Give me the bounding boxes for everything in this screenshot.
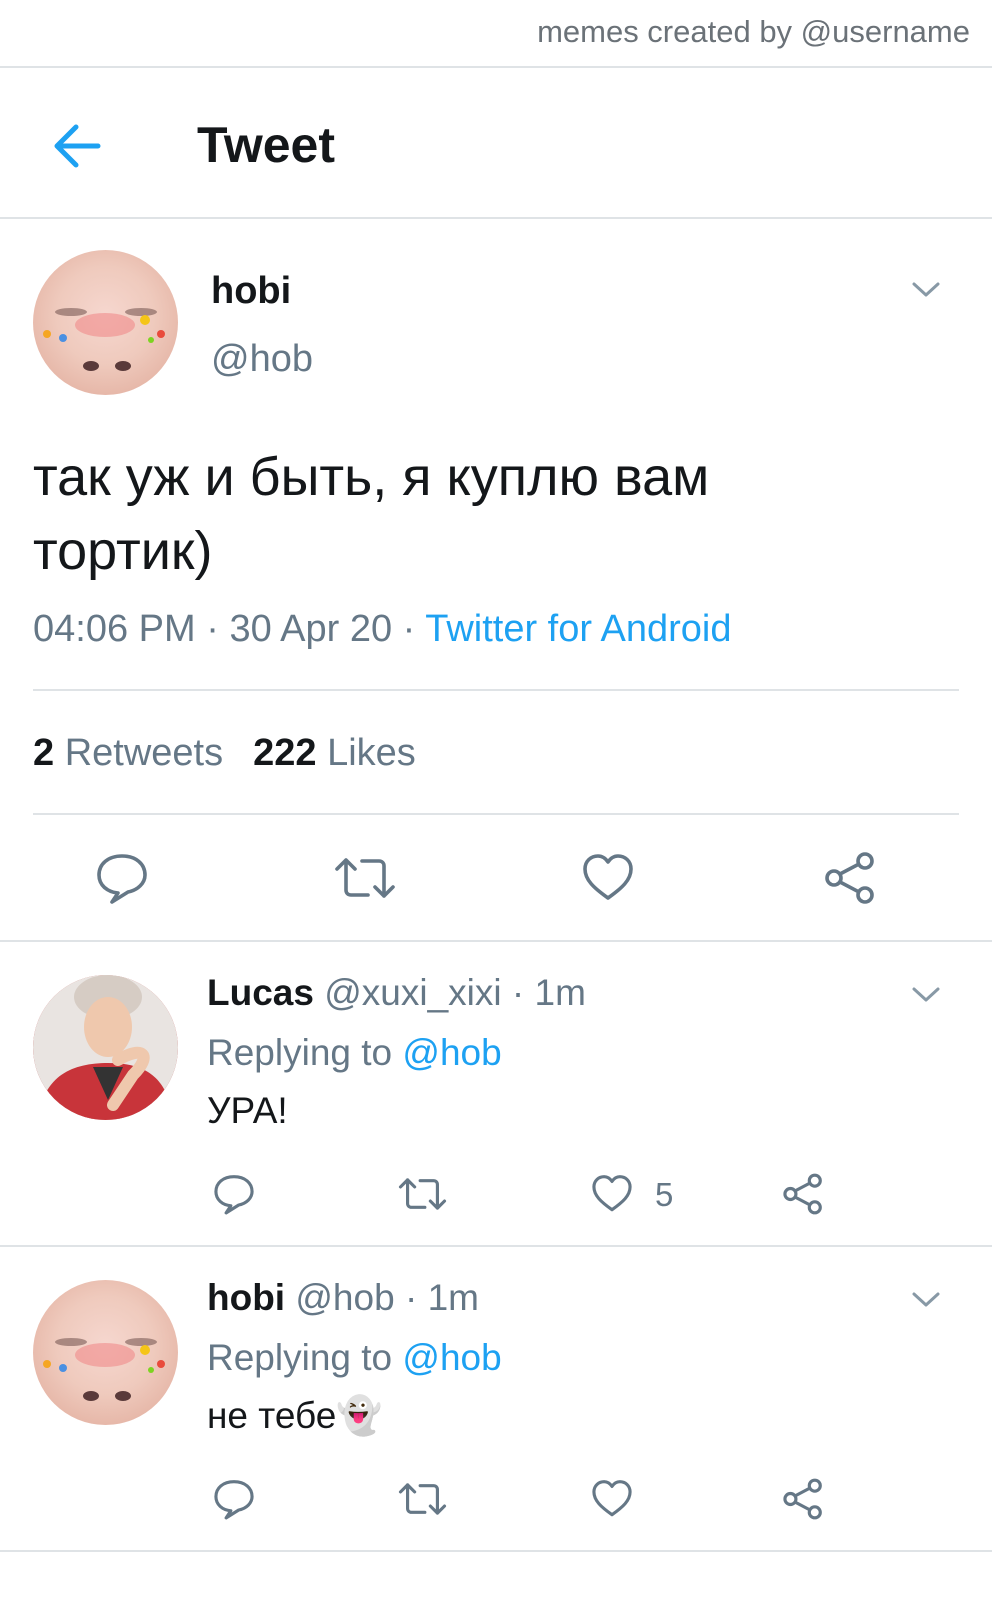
- avatar[interactable]: [33, 1280, 178, 1425]
- reply-time: 1m: [534, 972, 586, 1013]
- tweet-time: 04:06 PM: [33, 608, 196, 650]
- share-icon: [783, 1478, 822, 1520]
- reply-icon: [214, 1480, 254, 1520]
- avatar-image: [43, 308, 165, 371]
- back-arrow-icon: [54, 124, 101, 168]
- tweet-stats: 2 Retweets 222 Likes: [33, 732, 416, 775]
- tweet-menu-button[interactable]: [911, 280, 941, 300]
- reply-text: не тебе👻: [207, 1395, 383, 1436]
- heart-icon: [592, 1175, 632, 1212]
- reply-header: Lucas @xuxi_xixi · 1m: [207, 972, 586, 1013]
- divider: [0, 940, 992, 942]
- replying-to-mention[interactable]: @hob: [402, 1032, 501, 1073]
- retweet-button[interactable]: [398, 1172, 447, 1216]
- tweet-source-link[interactable]: Twitter for Android: [425, 608, 731, 650]
- share-button[interactable]: [781, 1477, 825, 1521]
- replying-to-label: Replying to: [207, 1032, 393, 1073]
- reply-menu-button[interactable]: [911, 985, 941, 1005]
- replying-to-label: Replying to: [207, 1337, 393, 1378]
- chevron-down-icon: [912, 1292, 940, 1307]
- like-button[interactable]: [590, 1477, 634, 1521]
- likes-count: 222: [253, 732, 317, 774]
- divider: [0, 1245, 992, 1247]
- tweet-meta: 04:06 PM · 30 Apr 20 · Twitter for Andro…: [33, 608, 732, 650]
- reply-author-name[interactable]: hobi: [207, 1277, 285, 1318]
- reply-button[interactable]: [212, 1477, 256, 1521]
- avatar[interactable]: [33, 250, 178, 395]
- tweet-date: 30 Apr 20: [229, 608, 393, 650]
- retweet-button[interactable]: [398, 1477, 447, 1521]
- like-count: 5: [655, 1176, 674, 1213]
- divider: [33, 813, 959, 815]
- share-button[interactable]: [781, 1172, 825, 1216]
- reply-author-handle[interactable]: @xuxi_xixi: [324, 972, 501, 1013]
- avatar-image: [43, 1338, 165, 1401]
- reply-button[interactable]: [212, 1172, 256, 1216]
- retweet-button[interactable]: [334, 850, 396, 906]
- author-name[interactable]: hobi: [211, 270, 291, 313]
- replying-to-mention[interactable]: @hob: [402, 1337, 501, 1378]
- divider: [0, 1550, 992, 1552]
- reply-time: 1m: [427, 1277, 479, 1318]
- avatar-image: [33, 975, 178, 1120]
- reply-author-name[interactable]: Lucas: [207, 972, 314, 1013]
- reply-author-handle[interactable]: @hob: [295, 1277, 394, 1318]
- retweets-count: 2: [33, 732, 55, 774]
- reply-menu-button[interactable]: [911, 1290, 941, 1310]
- retweets-label: Retweets: [64, 732, 224, 774]
- reply-icon: [214, 1175, 254, 1215]
- divider: [0, 66, 992, 68]
- avatar[interactable]: [33, 975, 178, 1120]
- share-button[interactable]: [822, 850, 878, 906]
- credit-text: memes created by @username: [537, 14, 970, 49]
- reply-button[interactable]: [94, 850, 150, 906]
- likes-stat[interactable]: 222 Likes: [253, 732, 416, 774]
- retweet-icon: [398, 1178, 447, 1210]
- back-button[interactable]: [48, 118, 108, 174]
- share-icon: [825, 852, 874, 904]
- tweet-text: так уж и быть, я куплю вам тортик): [33, 447, 710, 581]
- reply-icon: [97, 854, 147, 904]
- share-icon: [783, 1173, 822, 1215]
- likes-label: Likes: [327, 732, 416, 774]
- replying-to: Replying to @hob: [207, 1032, 502, 1074]
- reply-text: УРА!: [207, 1090, 288, 1131]
- retweets-stat[interactable]: 2 Retweets: [33, 732, 223, 774]
- divider: [33, 689, 959, 691]
- chevron-down-icon: [912, 282, 940, 297]
- divider: [0, 217, 992, 219]
- reply-header: hobi @hob · 1m: [207, 1277, 479, 1318]
- like-button[interactable]: [580, 850, 636, 906]
- page-title: Tweet: [197, 117, 335, 173]
- heart-icon: [583, 854, 633, 900]
- author-handle[interactable]: @hob: [211, 338, 313, 381]
- heart-icon: [592, 1480, 632, 1517]
- like-button[interactable]: [590, 1172, 634, 1216]
- chevron-down-icon: [912, 987, 940, 1002]
- replying-to: Replying to @hob: [207, 1337, 502, 1379]
- retweet-icon: [398, 1483, 447, 1515]
- retweet-icon: [335, 858, 395, 898]
